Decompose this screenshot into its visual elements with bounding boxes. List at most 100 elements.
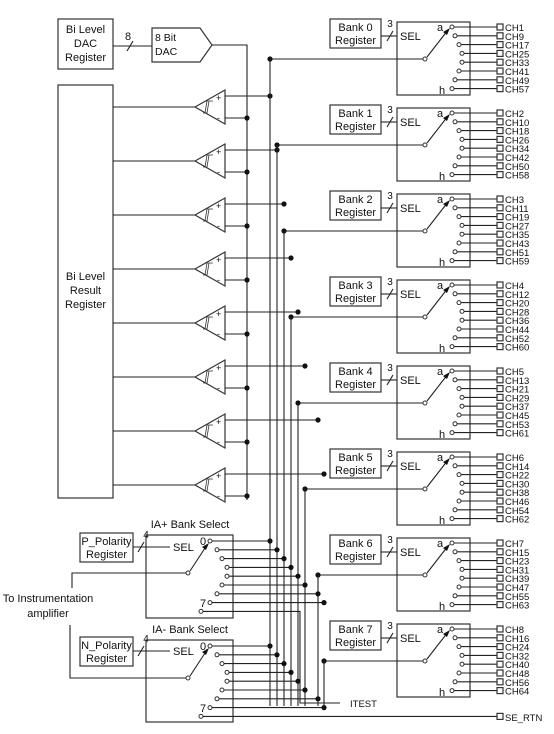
switch-contact bbox=[449, 258, 455, 264]
switch-contact bbox=[449, 540, 455, 546]
sel-label: SEL bbox=[400, 289, 421, 301]
sel-label: SEL bbox=[173, 542, 194, 554]
junction-dot bbox=[244, 385, 250, 391]
channel-pin bbox=[496, 420, 504, 428]
switch-contact bbox=[198, 608, 204, 614]
junction-dot bbox=[281, 661, 287, 667]
switch-contact bbox=[456, 472, 462, 478]
channel-pin bbox=[496, 506, 504, 514]
switch-contact bbox=[449, 688, 455, 694]
junction-dot bbox=[281, 556, 287, 562]
switch-contact bbox=[449, 86, 455, 92]
switch-contact bbox=[456, 300, 462, 306]
last-contact-label: 7 bbox=[200, 598, 206, 610]
bank-register-label: Register bbox=[335, 637, 376, 649]
switch-contact bbox=[456, 68, 462, 74]
switch-contact bbox=[422, 314, 428, 320]
bank-register-label: Register bbox=[335, 379, 376, 391]
bank-register-label: Bank 4 bbox=[338, 366, 372, 378]
result-register-label: Result bbox=[70, 285, 101, 297]
channel-pin bbox=[496, 514, 504, 523]
channel-pin bbox=[496, 204, 504, 212]
channel-pin bbox=[496, 453, 504, 461]
switch-contact bbox=[452, 163, 458, 169]
switch-contact bbox=[207, 705, 213, 711]
switch-contact bbox=[452, 77, 458, 83]
channel-pin bbox=[496, 316, 504, 324]
channel-pin bbox=[496, 76, 504, 84]
channel-pin bbox=[496, 471, 504, 479]
junction-dot bbox=[295, 573, 301, 579]
switch-contact bbox=[219, 556, 225, 562]
channel-pin bbox=[496, 367, 504, 375]
plus-sign: + bbox=[216, 201, 221, 211]
channel-pin bbox=[496, 592, 504, 600]
switch-contact bbox=[456, 326, 462, 332]
channel-pin bbox=[496, 488, 504, 496]
bank-register-label: Bank 2 bbox=[338, 194, 372, 206]
channel-pin bbox=[496, 144, 504, 152]
switch-contact bbox=[459, 661, 465, 667]
minus-sign: - bbox=[217, 437, 220, 447]
channel-pin bbox=[496, 171, 504, 179]
channel-pin bbox=[496, 58, 504, 66]
bank-register-label: Register bbox=[335, 207, 376, 219]
switch-contact bbox=[459, 222, 465, 228]
channel-pin bbox=[496, 669, 504, 677]
junction-dot bbox=[244, 223, 250, 229]
sel-label: SEL bbox=[400, 31, 421, 43]
switch-contact bbox=[456, 644, 462, 650]
junction-dot bbox=[244, 277, 250, 283]
last-contact-label: h bbox=[439, 343, 445, 355]
junction-dot bbox=[281, 201, 287, 207]
bank-register-label: Register bbox=[335, 551, 376, 563]
channel-pin bbox=[496, 195, 504, 203]
switch-contact bbox=[459, 231, 465, 237]
channel-pin bbox=[496, 565, 504, 574]
switch-contact bbox=[459, 136, 465, 142]
bank-register-label: Bank 7 bbox=[338, 624, 372, 636]
junction-dot bbox=[295, 678, 301, 684]
channel-pin bbox=[496, 625, 504, 633]
channel-pin bbox=[496, 248, 504, 256]
channel-pin bbox=[496, 651, 504, 660]
switch-contact bbox=[214, 591, 220, 597]
switch-contact bbox=[452, 635, 458, 641]
junction-dot bbox=[321, 600, 327, 606]
switch-contact bbox=[207, 538, 213, 544]
switch-contact bbox=[456, 558, 462, 564]
last-contact-label: h bbox=[439, 429, 445, 441]
junction-dot bbox=[288, 255, 294, 261]
switch-contact bbox=[422, 56, 428, 62]
channel-pin bbox=[496, 32, 504, 40]
channel-label: CH64 bbox=[505, 687, 529, 698]
switch-contact bbox=[459, 394, 465, 400]
sel-label: SEL bbox=[173, 646, 194, 658]
minus-sign: - bbox=[217, 491, 220, 501]
switch-contact bbox=[185, 570, 191, 576]
switch-contact bbox=[449, 282, 455, 288]
switch-contact bbox=[456, 240, 462, 246]
switch-contact bbox=[214, 652, 220, 658]
switch-contact bbox=[449, 626, 455, 632]
switch-contact bbox=[224, 573, 230, 579]
junction-dot bbox=[315, 591, 321, 597]
switch-contact bbox=[452, 33, 458, 39]
bus-width: 3 bbox=[387, 449, 393, 460]
channel-pin bbox=[496, 600, 504, 609]
channel-label: CH61 bbox=[505, 429, 529, 440]
output-label: amplifier bbox=[27, 608, 69, 620]
channel-pin bbox=[496, 213, 504, 221]
switch-contact bbox=[459, 50, 465, 56]
switch-contact bbox=[449, 454, 455, 460]
bank-register-label: Bank 3 bbox=[338, 280, 372, 292]
junction-dot bbox=[302, 363, 308, 369]
dac-register-label: Register bbox=[65, 52, 106, 64]
bus-width: 3 bbox=[387, 535, 393, 546]
channel-pin bbox=[496, 574, 504, 582]
channel-pin bbox=[496, 556, 504, 565]
channel-pin bbox=[496, 539, 504, 547]
channel-pin bbox=[496, 162, 504, 170]
first-contact-label: a bbox=[437, 624, 444, 636]
channel-pin bbox=[496, 230, 504, 238]
